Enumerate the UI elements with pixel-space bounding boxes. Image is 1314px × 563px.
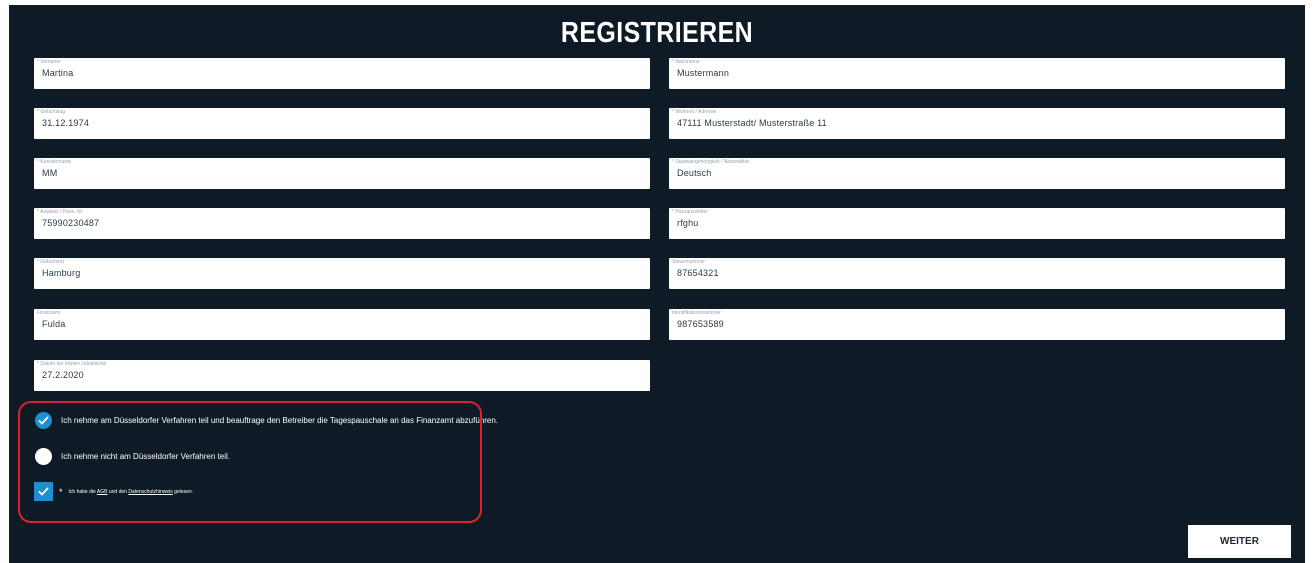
last-job-date-value: 27.2.2020 — [42, 370, 84, 380]
artist-name-value: MM — [42, 168, 58, 178]
first-name-value: Martina — [42, 68, 74, 78]
passport-issuer-label: * Passaussteller — [672, 209, 708, 215]
weiter-button[interactable]: WEITER — [1188, 525, 1291, 558]
tax-number-field[interactable]: Steuernummer 87654321 — [669, 258, 1285, 289]
birthplace-field[interactable]: * Geburtsort Hamburg — [34, 258, 650, 289]
address-field[interactable]: * Wohnort / Adresse 47111 Musterstadt/ M… — [669, 108, 1285, 139]
first-name-label: * Vorname — [37, 59, 61, 65]
birthplace-label: * Geburtsort — [37, 259, 64, 265]
nationality-field[interactable]: * Staatsangehörigkeit / Nationalität Deu… — [669, 158, 1285, 189]
tax-id-value: 987653589 — [677, 319, 724, 329]
last-name-label: * Nachname — [672, 59, 700, 65]
artist-name-label: * Künstlername — [37, 159, 72, 165]
address-value: 47111 Musterstadt/ Musterstraße 11 — [677, 118, 827, 128]
nationality-value: Deutsch — [677, 168, 712, 178]
page-title: REGISTRIEREN — [560, 17, 754, 49]
artist-name-field[interactable]: * Künstlername MM — [34, 158, 650, 189]
tax-id-label: Identifikationsnummer — [672, 310, 721, 316]
passport-issuer-value: rfghu — [677, 218, 699, 228]
passport-number-field[interactable]: * Ausweis / Pass- Nr. 75990230487 — [34, 208, 650, 239]
birthdate-field[interactable]: * Geburtstag 31.12.1974 — [34, 108, 650, 139]
passport-issuer-field[interactable]: * Passaussteller rfghu — [669, 208, 1285, 239]
address-label: * Wohnort / Adresse — [672, 109, 717, 115]
birthplace-value: Hamburg — [42, 268, 81, 278]
tax-office-value: Fulda — [42, 319, 66, 329]
tax-number-label: Steuernummer — [672, 259, 706, 265]
birthdate-value: 31.12.1974 — [42, 118, 90, 128]
passport-number-label: * Ausweis / Pass- Nr. — [37, 209, 84, 215]
last-job-date-field[interactable]: * Datum der letzten Jobaktivität 27.2.20… — [34, 360, 650, 391]
nationality-label: * Staatsangehörigkeit / Nationalität — [672, 159, 749, 165]
highlight-box — [18, 401, 482, 523]
tax-office-field[interactable]: Finanzamt Fulda — [34, 309, 650, 340]
birthdate-label: * Geburtstag — [37, 109, 66, 115]
first-name-field[interactable]: * Vorname Martina — [34, 58, 650, 89]
last-name-value: Mustermann — [677, 68, 730, 78]
passport-number-value: 75990230487 — [42, 218, 100, 228]
last-job-date-label: * Datum der letzten Jobaktivität — [37, 361, 107, 367]
last-name-field[interactable]: * Nachname Mustermann — [669, 58, 1285, 89]
tax-id-field[interactable]: Identifikationsnummer 987653589 — [669, 309, 1285, 340]
tax-office-label: Finanzamt — [37, 310, 61, 316]
tax-number-value: 87654321 — [677, 268, 719, 278]
